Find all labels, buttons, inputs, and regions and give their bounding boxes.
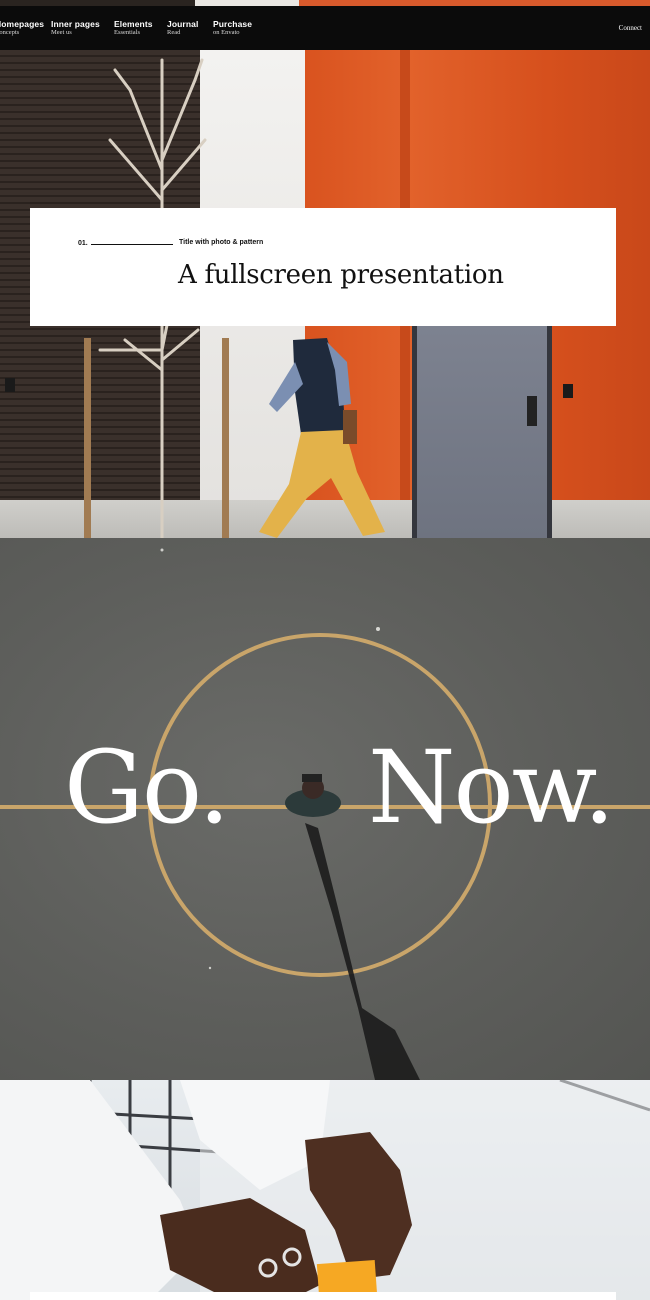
nav-item-sublabel: Essentials — [114, 29, 140, 36]
wall-light — [563, 384, 573, 398]
section-number: 01. — [78, 240, 88, 247]
nav-item-label: Elements — [114, 19, 153, 29]
nav-item-homepages[interactable]: Homepages Concepts — [0, 19, 44, 37]
page-title: A fullscreen presentation — [178, 260, 504, 290]
nav-item-journal[interactable]: Journal Read — [167, 19, 198, 37]
nav-item-label: Journal — [167, 19, 199, 29]
nav-item-inner-pages[interactable]: Inner pages Meet us — [51, 19, 100, 37]
divider-line — [91, 244, 173, 245]
next-title-card — [30, 1292, 616, 1300]
section-kicker: Title with photo & pattern — [179, 239, 264, 246]
grey-door — [412, 326, 552, 538]
nav-item-elements[interactable]: Elements Essentials — [114, 19, 153, 37]
page: Homepages Concepts Inner pages Meet us E… — [0, 0, 650, 1300]
nav-item-label: Purchase — [213, 19, 253, 29]
wall-light — [5, 378, 15, 392]
nav-item-sublabel: Read — [167, 29, 181, 36]
hands-photo-section — [0, 1080, 650, 1300]
nav-item-sublabel: Meet us — [51, 29, 72, 36]
nav-item-purchase[interactable]: Purchase on Envato — [213, 19, 252, 37]
top-navigation: Homepages Concepts Inner pages Meet us E… — [0, 0, 650, 50]
hero-word-go: Go. — [64, 729, 230, 846]
wooden-post — [222, 338, 229, 538]
connect-link[interactable]: Connect — [619, 24, 642, 32]
nav-top-strip — [0, 0, 650, 6]
title-card: 01. Title with photo & pattern A fullscr… — [30, 208, 616, 326]
hero-word-now: Now. — [368, 729, 615, 846]
nav-item-label: Inner pages — [51, 19, 100, 29]
court-section: Go. Now. — [0, 538, 650, 1080]
door-handle — [527, 396, 537, 426]
nav-item-label: Homepages — [0, 19, 45, 29]
walking-man-illustration — [259, 296, 385, 538]
nav-item-sublabel: Concepts — [0, 29, 20, 36]
hands-illustration — [0, 1080, 650, 1300]
nav-item-sublabel: on Envato — [213, 29, 240, 36]
